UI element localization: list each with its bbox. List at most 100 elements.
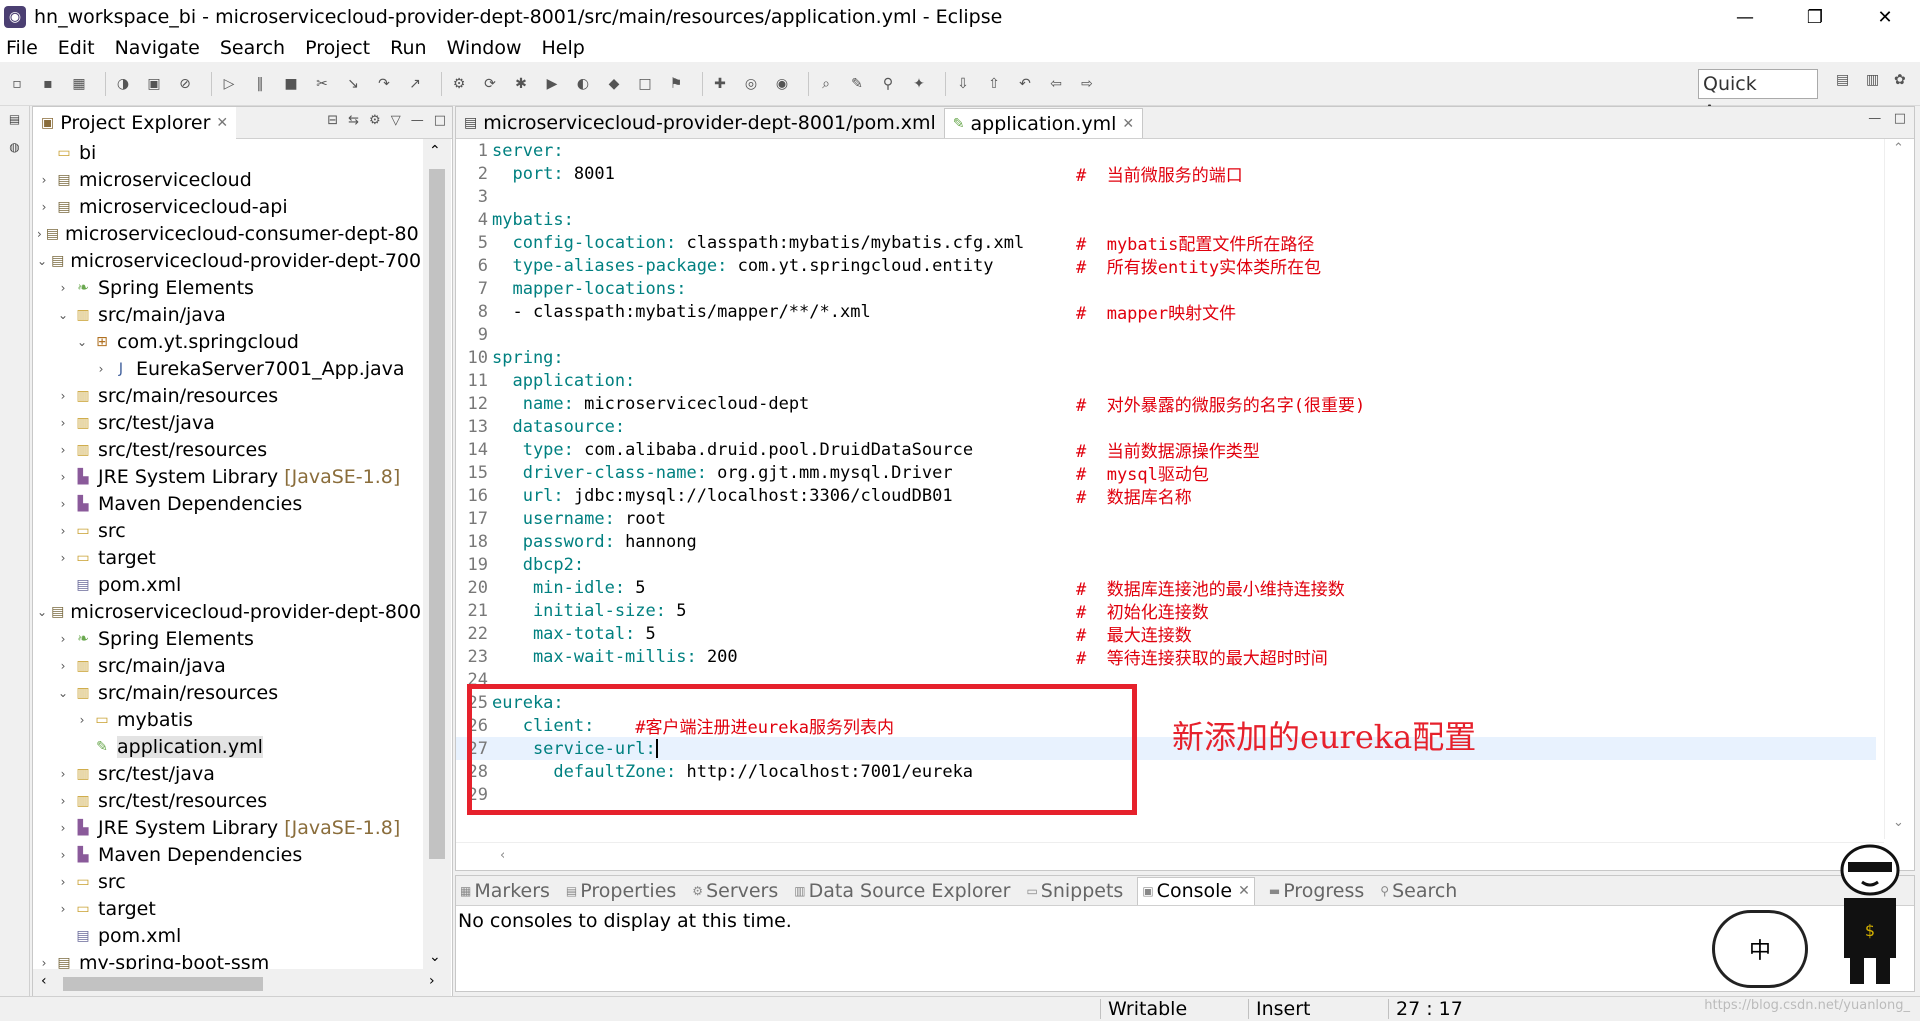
annotation-icon[interactable]: ✦ [908,73,930,95]
chevron-right-icon[interactable]: › [56,470,70,484]
chevron-right-icon[interactable]: › [56,659,70,673]
step-return-icon[interactable]: ↗ [404,73,426,95]
tree-item[interactable]: › ▙ Maven Dependencies [33,490,423,517]
tree-item[interactable]: ▭ bi [33,139,423,166]
scrollbar-thumb[interactable] [429,169,445,859]
tree-item[interactable]: › ▭ mybatis [33,706,423,733]
chevron-right-icon[interactable]: › [75,713,89,727]
restore-button[interactable]: ❐ [1780,0,1850,34]
stop-icon[interactable]: □ [634,73,656,95]
menu-file[interactable]: File [4,37,40,59]
resume-icon[interactable]: ▷ [218,73,240,95]
disconnect-icon[interactable]: ✂ [311,73,333,95]
terminate-icon[interactable]: ■ [280,73,302,95]
external-tools-icon[interactable]: ◆ [603,73,625,95]
tree-item[interactable]: ⌄ ▤ microservicecloud-provider-dept-8001 [33,598,423,625]
editor-horizontal-scrollbar[interactable]: ‹ [456,842,1884,870]
scroll-down-icon[interactable]: ⌄ [429,949,441,965]
last-edit-icon[interactable]: ↶ [1014,73,1036,95]
tree-item[interactable]: › ▥ src/test/resources [33,787,423,814]
tree-item[interactable]: › ▥ src/test/resources [33,436,423,463]
forward-icon[interactable]: ⇨ [1076,73,1098,95]
editor-vertical-scrollbar[interactable]: ⌃ ⌄ [1884,139,1914,839]
step-over-icon[interactable]: ↷ [373,73,395,95]
tree-item[interactable]: › ▙ JRE System Library [JavaSE-1.8] [33,463,423,490]
menu-navigate[interactable]: Navigate [113,37,202,59]
coverage-icon[interactable]: ◐ [572,73,594,95]
code-line[interactable]: 10 spring: [456,346,1876,369]
chevron-down-icon[interactable]: ⌄ [37,605,47,619]
tree-item[interactable]: › ❧ Spring Elements [33,625,423,652]
tree-item[interactable]: › ▥ src/main/java [33,652,423,679]
step-into-icon[interactable]: ↘ [342,73,364,95]
new-icon[interactable]: ▫ [6,73,28,95]
scrollbar-thumb[interactable] [63,977,263,991]
code-line[interactable]: 19 dbcp2: [456,553,1876,576]
code-line[interactable]: 22 max-total: 5 # 最大连接数 [456,622,1876,647]
prev-annotation-icon[interactable]: ⇧ [983,73,1005,95]
tree-item[interactable]: › ▥ src/main/resources [33,382,423,409]
close-button[interactable]: ✕ [1850,0,1920,34]
terminal-icon[interactable]: ▣ [143,73,165,95]
scroll-down-icon[interactable]: ⌄ [1893,815,1904,830]
next-annotation-icon[interactable]: ⇩ [952,73,974,95]
code-line[interactable]: 23 max-wait-millis: 200 # 等待连接获取的最大超时时间 [456,645,1876,670]
chevron-down-icon[interactable]: ⌄ [37,254,47,268]
scroll-left-icon[interactable]: ‹ [500,848,505,863]
code-line[interactable]: 21 initial-size: 5 # 初始化连接数 [456,599,1876,624]
console-tab-progress[interactable]: ▬ Progress [1267,877,1366,905]
tree-item[interactable]: ›▤microservicecloud-consumer-dept-80[l [33,220,423,247]
chevron-right-icon[interactable]: › [37,200,51,214]
code-line[interactable]: 15 driver-class-name: org.gjt.mm.mysql.D… [456,461,1876,486]
tree-item[interactable]: ▤ pom.xml [33,922,423,949]
restore-view-icon[interactable]: ▤ [4,112,26,134]
chevron-right-icon[interactable]: › [56,524,70,538]
chevron-down-icon[interactable]: ⌄ [56,686,70,700]
profile-icon[interactable]: ◑ [112,73,134,95]
minimize-view-icon[interactable]: — [1868,111,1881,126]
close-icon[interactable]: ✕ [216,115,228,131]
save-all-icon[interactable]: ▦ [68,73,90,95]
code-line[interactable]: 14 type: com.alibaba.druid.pool.DruidDat… [456,438,1876,463]
console-tab-servers[interactable]: ⚙ Servers [690,877,780,905]
chevron-right-icon[interactable]: › [37,227,42,241]
code-line[interactable]: 9 [456,323,1876,346]
chevron-right-icon[interactable]: › [56,389,70,403]
tree-item[interactable]: › ▭ src [33,868,423,895]
console-tab-data-source-explorer[interactable]: ▥ Data Source Explorer [792,877,1012,905]
scroll-up-icon[interactable]: ⌃ [429,143,441,159]
minimize-button[interactable]: — [1710,0,1780,34]
editor-tab-application-yml[interactable]: ✎ application.yml ✕ [943,108,1144,138]
tree-item[interactable]: ⌄ ⊞ com.yt.springcloud [33,328,423,355]
tree-item[interactable]: › ▥ src/test/java [33,760,423,787]
code-line[interactable]: 12 name: microservicecloud-dept # 对外暴露的微服… [456,392,1876,417]
menu-project[interactable]: Project [303,37,372,59]
chevron-right-icon[interactable]: › [37,956,51,970]
code-line[interactable]: 18 password: hannong [456,530,1876,553]
open-type-icon[interactable]: ⌕ [815,73,837,95]
scroll-right-icon[interactable]: › [429,973,435,989]
tree-item[interactable]: ✎ application.yml [33,733,423,760]
chevron-right-icon[interactable]: › [56,848,70,862]
code-line[interactable]: 8 - classpath:mybatis/mapper/**/*.xml # m… [456,300,1876,325]
code-line[interactable]: 17 username: root [456,507,1876,530]
editor-tab-pom[interactable]: ▤ microservicecloud-provider-dept-8001/p… [456,108,944,138]
link-editor-icon[interactable]: ⇆ [348,113,359,128]
tree-item[interactable]: › J EurekaServer7001_App.java [33,355,423,382]
save-icon[interactable]: ▪ [37,73,59,95]
debug-icon[interactable]: ✱ [510,73,532,95]
code-line[interactable]: 2 port: 8001 # 当前微服务的端口 [456,162,1876,187]
run-icon[interactable]: ▶ [541,73,563,95]
tree-item[interactable]: › ▙ Maven Dependencies [33,841,423,868]
chevron-right-icon[interactable]: › [56,443,70,457]
tree-item[interactable]: › ▙ JRE System Library [JavaSE-1.8] [33,814,423,841]
tree-item[interactable]: › ▤ microservicecloud [33,166,423,193]
chevron-down-icon[interactable]: ⌄ [56,308,70,322]
skip-breakpoints-icon[interactable]: ⊘ [174,73,196,95]
code-line[interactable]: 13 datasource: [456,415,1876,438]
chevron-right-icon[interactable]: › [56,497,70,511]
tree-item[interactable]: › ▭ target [33,544,423,571]
tree-item[interactable]: ⌄ ▥ src/main/java [33,301,423,328]
tree-item[interactable]: ⌄ ▥ src/main/resources [33,679,423,706]
quick-access-field[interactable]: Quick Access [1698,69,1818,123]
